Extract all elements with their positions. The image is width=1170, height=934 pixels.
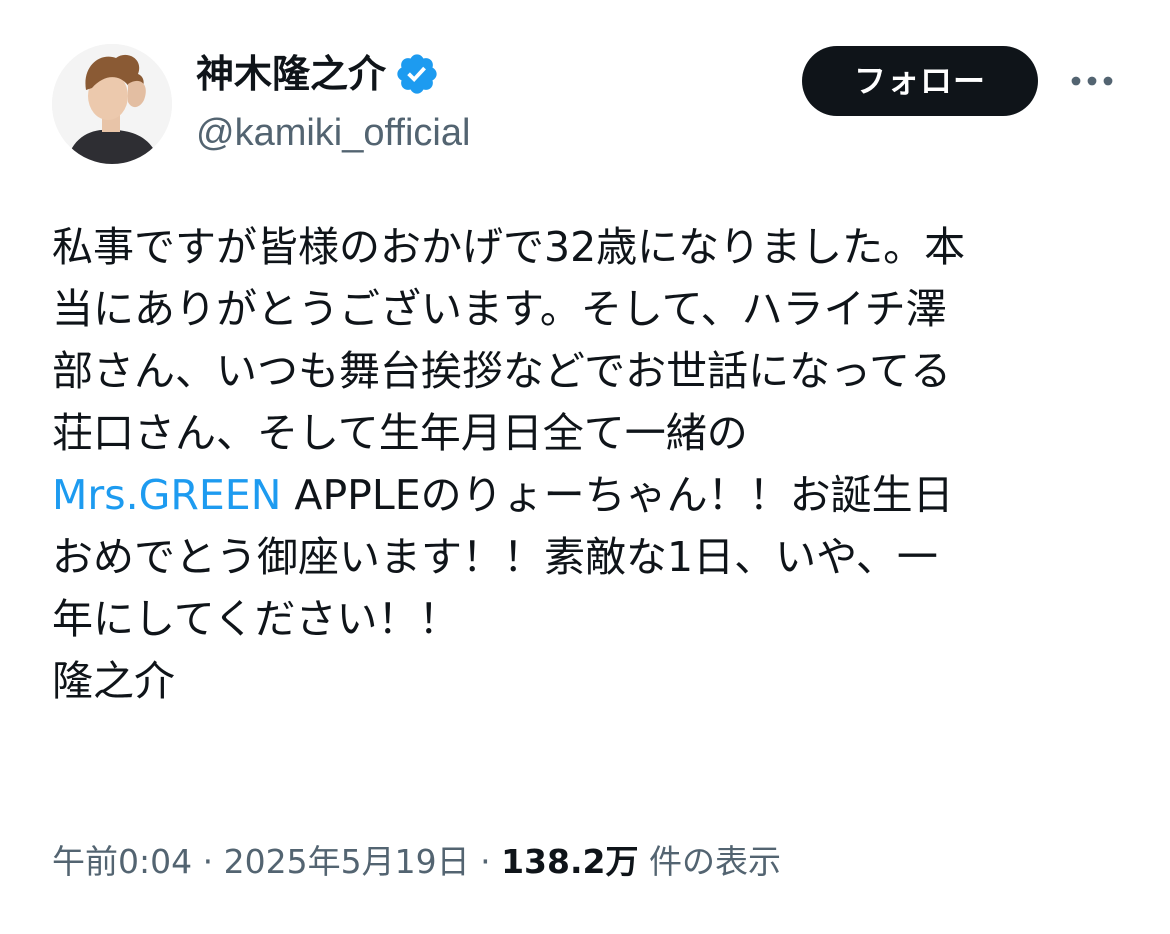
tweet-line: 年にしてください！！ xyxy=(52,595,460,643)
tweet-meta: 午前0:04 · 2025年5月19日 · 138.2万 件の表示 xyxy=(52,834,781,890)
views-count: 138.2万 xyxy=(501,842,639,881)
tweet-line: 部さん、いつも舞台挨拶などでお世話になってる xyxy=(52,347,952,395)
avatar[interactable] xyxy=(52,44,172,164)
views-label: 件の表示 xyxy=(638,842,781,881)
author-name-row: 神木隆之介 xyxy=(196,48,440,100)
meta-separator: · xyxy=(469,842,502,881)
tweet-text: 私事ですが皆様のおかげで32歳になりました。本 当にありがとうございます。そして… xyxy=(52,216,1132,712)
tweet-line: 当にありがとうございます。そして、ハライチ澤 xyxy=(52,285,947,333)
tweet-line: 隆之介 xyxy=(52,657,175,705)
display-name[interactable]: 神木隆之介 xyxy=(196,48,386,100)
tweet-time[interactable]: 午前0:04 xyxy=(52,842,192,881)
meta-separator: · xyxy=(192,842,224,881)
follow-button[interactable]: フォロー xyxy=(802,46,1038,116)
verified-badge-icon[interactable] xyxy=(394,51,440,97)
avatar-photo xyxy=(52,44,172,164)
tweet-line: Mrs.GREEN APPLEのりょーちゃん！！お誕生日 xyxy=(52,464,1132,526)
more-horizontal-icon[interactable] xyxy=(1068,66,1116,96)
mention-link[interactable]: Mrs.GREEN xyxy=(52,471,281,519)
handle[interactable]: @kamiki_official xyxy=(196,108,470,158)
tweet-line: 私事ですが皆様のおかげで32歳になりました。本 xyxy=(52,223,966,271)
tweet-line: 荘口さん、そして生年月日全て一緒の xyxy=(52,409,748,457)
tweet-date[interactable]: 2025年5月19日 xyxy=(224,842,470,881)
tweet-line: おめでとう御座います！！素敵な1日、いや、一 xyxy=(52,533,938,581)
tweet-line-text: APPLEのりょーちゃん！！お誕生日 xyxy=(281,471,954,519)
